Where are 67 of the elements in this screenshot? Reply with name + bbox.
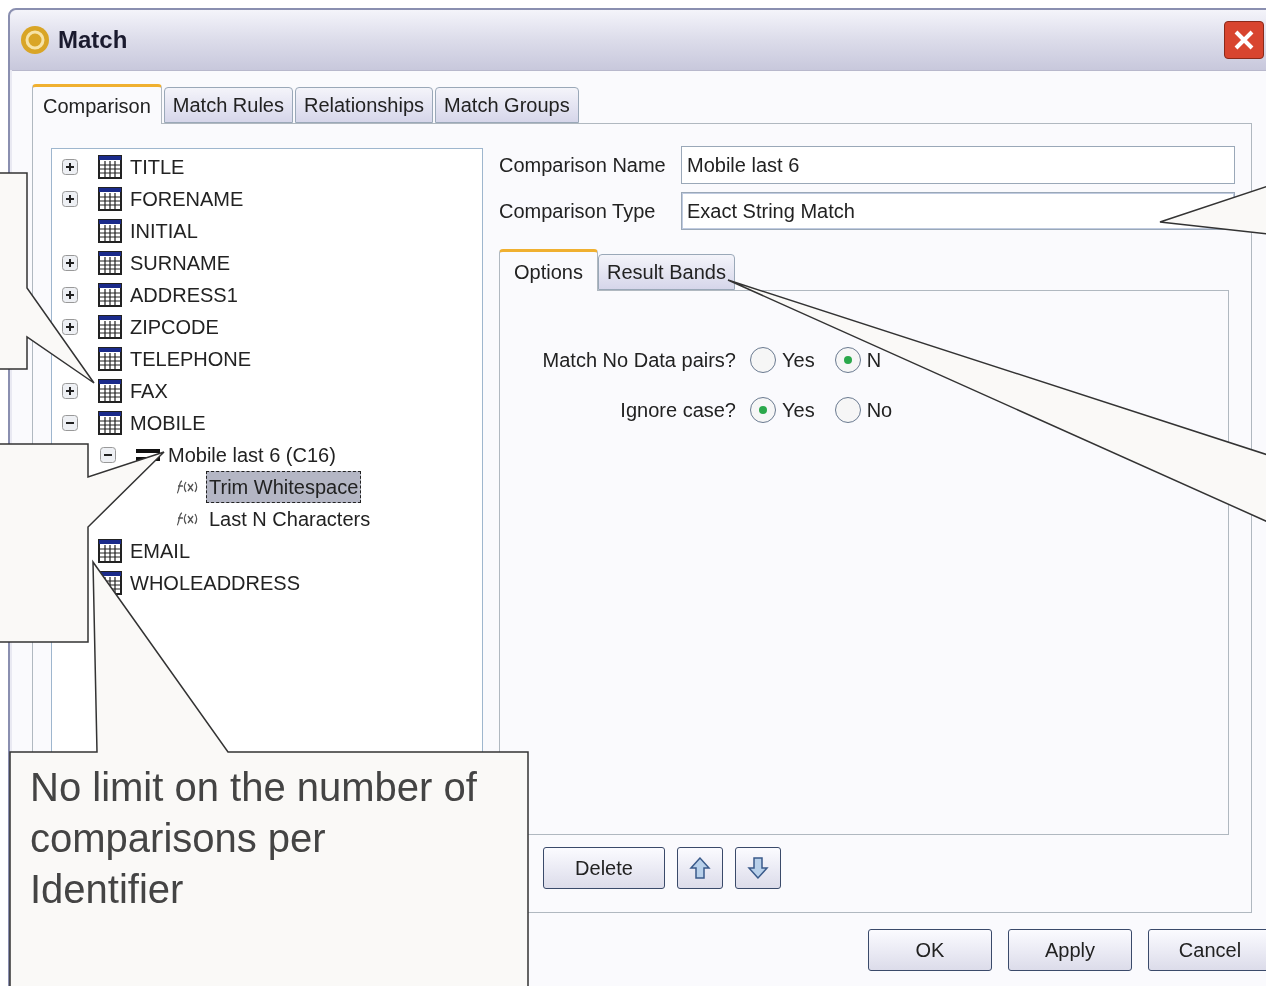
tree-toggle-icon[interactable] bbox=[62, 255, 78, 271]
tab[interactable]: Match Rules bbox=[163, 87, 293, 123]
tree-item[interactable]: TITLE bbox=[128, 152, 187, 182]
table-icon bbox=[98, 379, 122, 403]
tree-item[interactable]: Trim Whitespace bbox=[206, 471, 362, 503]
tree-toggle-icon[interactable] bbox=[62, 191, 78, 207]
radio-label: N bbox=[866, 348, 882, 373]
table-icon bbox=[98, 283, 122, 307]
tree-toggle-icon[interactable] bbox=[100, 447, 116, 463]
delete-button[interactable]: Delete bbox=[543, 847, 665, 889]
tree-toggle-icon[interactable] bbox=[62, 383, 78, 399]
radio-button[interactable] bbox=[834, 397, 861, 423]
table-icon bbox=[98, 219, 122, 243]
tree-item[interactable]: EMAIL bbox=[128, 536, 193, 566]
tree-item[interactable]: INITIAL bbox=[128, 216, 200, 246]
move-down-button[interactable] bbox=[735, 847, 781, 889]
tree-item[interactable]: MOBILE bbox=[128, 408, 208, 438]
tree-item[interactable]: FORENAME bbox=[128, 184, 246, 214]
dialog-button[interactable]: Apply bbox=[1008, 929, 1132, 971]
tree-item[interactable]: ZIPCODE bbox=[128, 312, 221, 342]
up-arrow-icon bbox=[687, 854, 713, 882]
radio-label: Yes bbox=[782, 348, 815, 373]
table-icon bbox=[98, 539, 122, 563]
field-label: Comparison Type bbox=[499, 199, 657, 224]
tree-item[interactable]: FAX bbox=[128, 376, 170, 406]
tree-item[interactable]: Mobile last 6 (C16) bbox=[166, 440, 338, 470]
app-icon bbox=[20, 25, 50, 55]
radio-button[interactable] bbox=[750, 347, 776, 373]
window-title: Match bbox=[58, 25, 128, 55]
tree-toggle-icon[interactable] bbox=[62, 159, 78, 175]
option-label: Ignore case? bbox=[619, 398, 737, 423]
function-icon bbox=[174, 479, 200, 495]
tree-toggle-icon[interactable] bbox=[62, 415, 78, 431]
radio-button[interactable] bbox=[750, 397, 776, 423]
tree-item[interactable]: TELEPHONE bbox=[128, 344, 254, 374]
radio-label: No bbox=[866, 398, 893, 423]
callout-text: No limit on the number of comparisons per Identifier bbox=[30, 764, 478, 913]
table-icon bbox=[98, 411, 122, 435]
table-icon bbox=[98, 315, 122, 339]
tab[interactable]: Relationships bbox=[295, 87, 434, 123]
tree-toggle-icon[interactable] bbox=[62, 287, 78, 303]
radio-label: Yes bbox=[782, 398, 815, 423]
type-dropdown[interactable]: Exact String Match bbox=[681, 192, 1235, 230]
dialog-button[interactable]: OK bbox=[868, 929, 992, 971]
tree-item[interactable]: SURNAME bbox=[128, 248, 232, 278]
tree-item[interactable]: ADDRESS1 bbox=[128, 280, 240, 310]
move-up-button[interactable] bbox=[677, 847, 723, 889]
tab[interactable]: Comparison bbox=[32, 84, 162, 124]
tree-item[interactable]: Last N Characters bbox=[206, 503, 374, 535]
tree-toggle-icon[interactable] bbox=[62, 319, 78, 335]
tab[interactable]: Match Groups bbox=[435, 87, 579, 123]
field-label: Comparison Name bbox=[499, 153, 667, 178]
down-arrow-icon bbox=[745, 854, 771, 882]
table-icon bbox=[98, 187, 122, 211]
tree-item[interactable]: WHOLEADDRESS bbox=[128, 568, 303, 598]
function-icon bbox=[174, 511, 200, 527]
table-icon bbox=[98, 347, 122, 371]
table-icon bbox=[98, 155, 122, 179]
table-icon bbox=[98, 251, 122, 275]
option-label: Match No Data pairs? bbox=[541, 348, 737, 373]
close-icon bbox=[1233, 29, 1255, 51]
radio-button[interactable] bbox=[834, 347, 861, 373]
tab[interactable]: Options bbox=[499, 249, 598, 291]
close-button[interactable] bbox=[1224, 21, 1264, 59]
dialog-button[interactable]: Cancel bbox=[1148, 929, 1266, 971]
name-field[interactable]: Mobile last 6 bbox=[681, 146, 1235, 184]
tab[interactable]: Result Bands bbox=[597, 254, 735, 290]
